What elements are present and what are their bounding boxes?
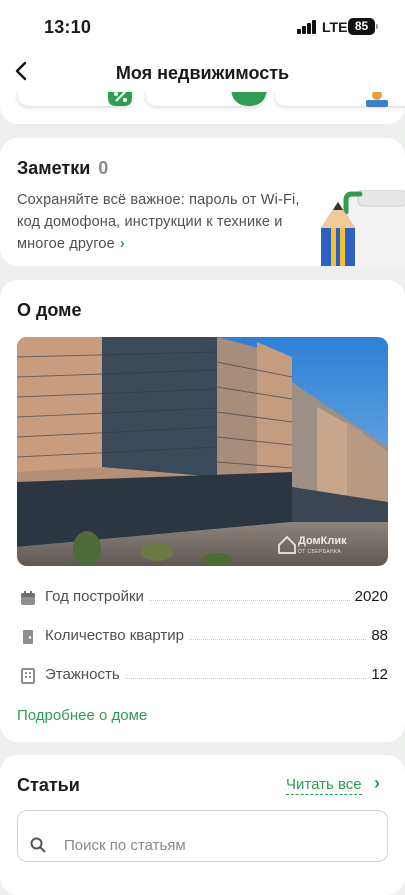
network-label: LTE (322, 19, 348, 35)
info-row-floors: Этажность 12 (17, 664, 388, 688)
house-photo[interactable]: ДомКлик ОТ СБЕРБАНКА (17, 337, 388, 566)
notes-title: Заметки 0 (17, 158, 108, 179)
calendar-icon (21, 591, 35, 605)
search-placeholder: Поиск по статьям (64, 837, 186, 854)
chevron-right-icon[interactable]: › (374, 773, 380, 794)
nav-bar: Моя недвижимость (0, 54, 405, 92)
building-icon (21, 668, 35, 684)
more-about-house-link[interactable]: Подробнее о доме (17, 707, 147, 724)
notes-card[interactable]: Заметки 0 Сохраняйте всё важное: пароль о… (0, 138, 405, 266)
chevron-right-icon: › (119, 236, 125, 252)
status-bar: 13:10 LTE 85 (0, 0, 405, 54)
info-row-value: 88 (366, 627, 388, 644)
notes-title-label: Заметки (17, 158, 91, 178)
read-all-link[interactable]: Читать все (286, 776, 362, 795)
shield-icon (231, 92, 267, 106)
notes-description[interactable]: Сохраняйте всё важное: пароль от Wi-Fi, … (17, 189, 302, 255)
articles-card: Статьи Читать все › Поиск по статьям (0, 755, 405, 895)
battery-icon: 85 (348, 18, 378, 35)
notepad-pencil-icon (321, 190, 405, 266)
page-title: Моя недвижимость (115, 63, 290, 83)
person-icon (366, 92, 388, 107)
info-row-label: Количество квартир (45, 627, 190, 644)
search-icon (30, 837, 46, 853)
percent-icon (108, 92, 132, 106)
door-icon (23, 630, 33, 644)
photo-watermark-sub: ОТ СБЕРБАНКА (298, 549, 342, 555)
about-house-card: О доме ДомКлик ОТ СБЕРБАНКА Год постройк… (0, 280, 405, 742)
house-photo-image (17, 337, 388, 566)
info-row-value: 2020 (349, 588, 388, 605)
notes-description-text: Сохраняйте всё важное: пароль от Wi-Fi, … (17, 192, 300, 252)
articles-search-input[interactable]: Поиск по статьям (17, 810, 388, 862)
info-row-value: 12 (366, 666, 388, 683)
info-row-label: Этажность (45, 666, 125, 683)
info-row-apartments: Количество квартир 88 (17, 625, 388, 649)
photo-watermark-brand: ДомКлик (298, 535, 347, 547)
signal-icon (297, 20, 317, 34)
info-row-label: Год постройки (45, 588, 149, 605)
about-house-title: О доме (17, 300, 82, 320)
status-time: 13:10 (44, 17, 92, 37)
articles-title: Статьи (17, 775, 80, 795)
service-cards-strip[interactable] (0, 92, 405, 124)
notes-count: 0 (98, 158, 109, 178)
info-row-year: Год постройки 2020 (17, 586, 388, 610)
